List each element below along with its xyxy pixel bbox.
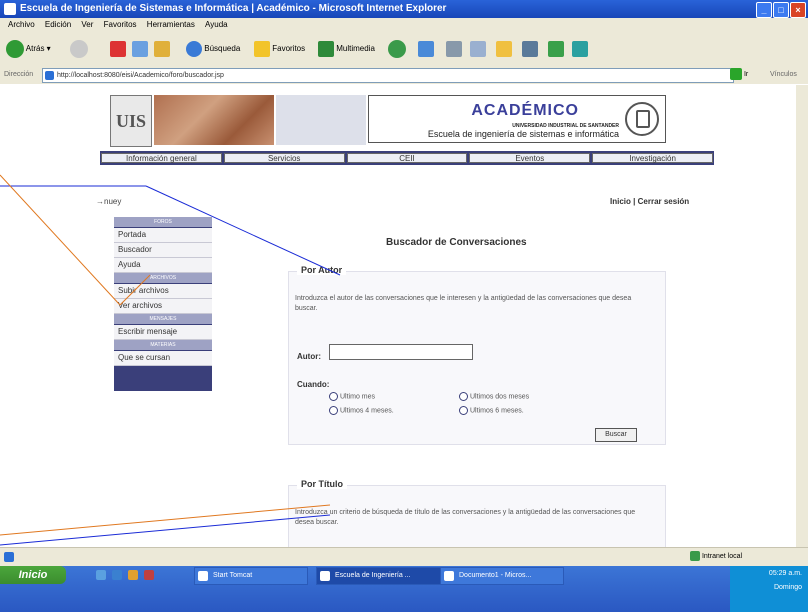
system-tray: 05:29 a.m. Domingo	[730, 566, 808, 612]
start-button[interactable]: Inicio	[0, 566, 66, 584]
forward-button[interactable]	[70, 38, 88, 60]
media-icon	[318, 40, 334, 57]
search-button[interactable]: Búsqueda	[186, 38, 240, 60]
messenger-icon	[548, 40, 564, 57]
page-content: UIS ACADÉMICO UNIVERSIDAD INDUSTRIAL DE …	[0, 85, 808, 547]
menu-edicion[interactable]: Edición	[45, 20, 71, 29]
minimize-button[interactable]: _	[756, 2, 772, 18]
annotation-line-orange	[0, 174, 121, 306]
ie-icon	[4, 3, 16, 15]
favorites-button[interactable]: Favoritos	[254, 38, 305, 60]
refresh-button[interactable]	[132, 38, 148, 60]
clock-day: Domingo	[773, 584, 802, 591]
quicklaunch-desktop-icon[interactable]	[96, 570, 106, 580]
close-button[interactable]: ×	[790, 2, 806, 18]
quicklaunch-ie-icon[interactable]	[112, 570, 122, 580]
maximize-button[interactable]: □	[773, 2, 789, 18]
print-icon	[446, 40, 462, 57]
address-bar: Dirección http://localhost:8080/eisi/Aca…	[0, 66, 808, 84]
back-button[interactable]: Atrás ▾	[6, 38, 51, 60]
task-start-tomcat[interactable]: Start Tomcat	[194, 567, 308, 585]
home-icon	[154, 40, 170, 57]
history-icon	[388, 39, 406, 58]
go-arrow-icon	[730, 68, 742, 81]
back-arrow-icon	[6, 39, 24, 58]
window-title: Escuela de Ingeniería de Sistemas e Info…	[20, 3, 447, 14]
stop-icon	[110, 40, 126, 57]
word-icon	[444, 571, 454, 581]
messenger-button[interactable]	[548, 38, 564, 60]
address-input[interactable]: http://localhost:8080/eisi/Academico/for…	[42, 68, 734, 83]
menu-herramientas[interactable]: Herramientas	[147, 20, 195, 29]
task-internet-explorer[interactable]: Escuela de Ingeniería ...	[316, 567, 442, 585]
star-icon	[254, 40, 270, 57]
menu-archivo[interactable]: Archivo	[8, 20, 35, 29]
taskbar: Inicio Start Tomcat Escuela de Ingenierí…	[0, 566, 808, 612]
edit-icon	[470, 40, 486, 57]
refresh-icon	[132, 40, 148, 57]
annotation-line-blue-diagonal	[145, 185, 341, 276]
folder-button[interactable]	[496, 38, 512, 60]
ie-icon	[320, 571, 330, 581]
stop-button[interactable]	[110, 38, 126, 60]
home-button[interactable]	[154, 38, 170, 60]
menu-ver[interactable]: Ver	[81, 20, 93, 29]
mail-button[interactable]	[418, 38, 434, 60]
annotation-line-orange-2	[119, 274, 151, 306]
page-status-icon	[4, 552, 14, 562]
vertical-scrollbar[interactable]	[796, 85, 808, 547]
toolbar: Atrás ▾ Búsqueda Favoritos Multimedia	[0, 32, 808, 67]
history-button[interactable]	[388, 38, 406, 60]
address-url: http://localhost:8080/eisi/Academico/for…	[57, 72, 224, 79]
print-button[interactable]	[446, 38, 462, 60]
menu-favoritos[interactable]: Favoritos	[104, 20, 137, 29]
windows-logo-icon	[782, 18, 806, 32]
mail-icon	[418, 40, 434, 57]
media-button[interactable]: Multimedia	[318, 38, 375, 60]
console-icon	[198, 571, 208, 581]
quicklaunch-media-icon[interactable]	[128, 570, 138, 580]
address-label: Dirección	[4, 71, 34, 78]
edit-button[interactable]	[470, 38, 486, 60]
extra-button[interactable]	[572, 38, 588, 60]
menu-ayuda[interactable]: Ayuda	[205, 20, 228, 29]
title-bar: Escuela de Ingeniería de Sistemas e Info…	[0, 0, 808, 18]
security-zone: Intranet local	[690, 548, 742, 566]
research-button[interactable]	[522, 38, 538, 60]
menu-bar: Archivo Edición Ver Favoritos Herramient…	[0, 18, 808, 32]
status-bar: Intranet local	[0, 547, 808, 566]
folder-icon	[496, 40, 512, 57]
tool-icon	[572, 40, 588, 57]
annotation-lines	[0, 174, 341, 546]
task-word-document[interactable]: Documento1 - Micros...	[440, 567, 564, 585]
page-icon	[45, 71, 54, 80]
forward-arrow-icon	[70, 39, 88, 58]
book-icon	[522, 40, 538, 57]
search-icon	[186, 40, 202, 57]
quicklaunch-app-icon[interactable]	[144, 570, 154, 580]
links-label[interactable]: Vínculos	[770, 66, 797, 84]
clock-time: 05:29 a.m.	[768, 570, 802, 577]
go-button[interactable]: Ir	[730, 68, 756, 81]
intranet-icon	[690, 551, 700, 562]
